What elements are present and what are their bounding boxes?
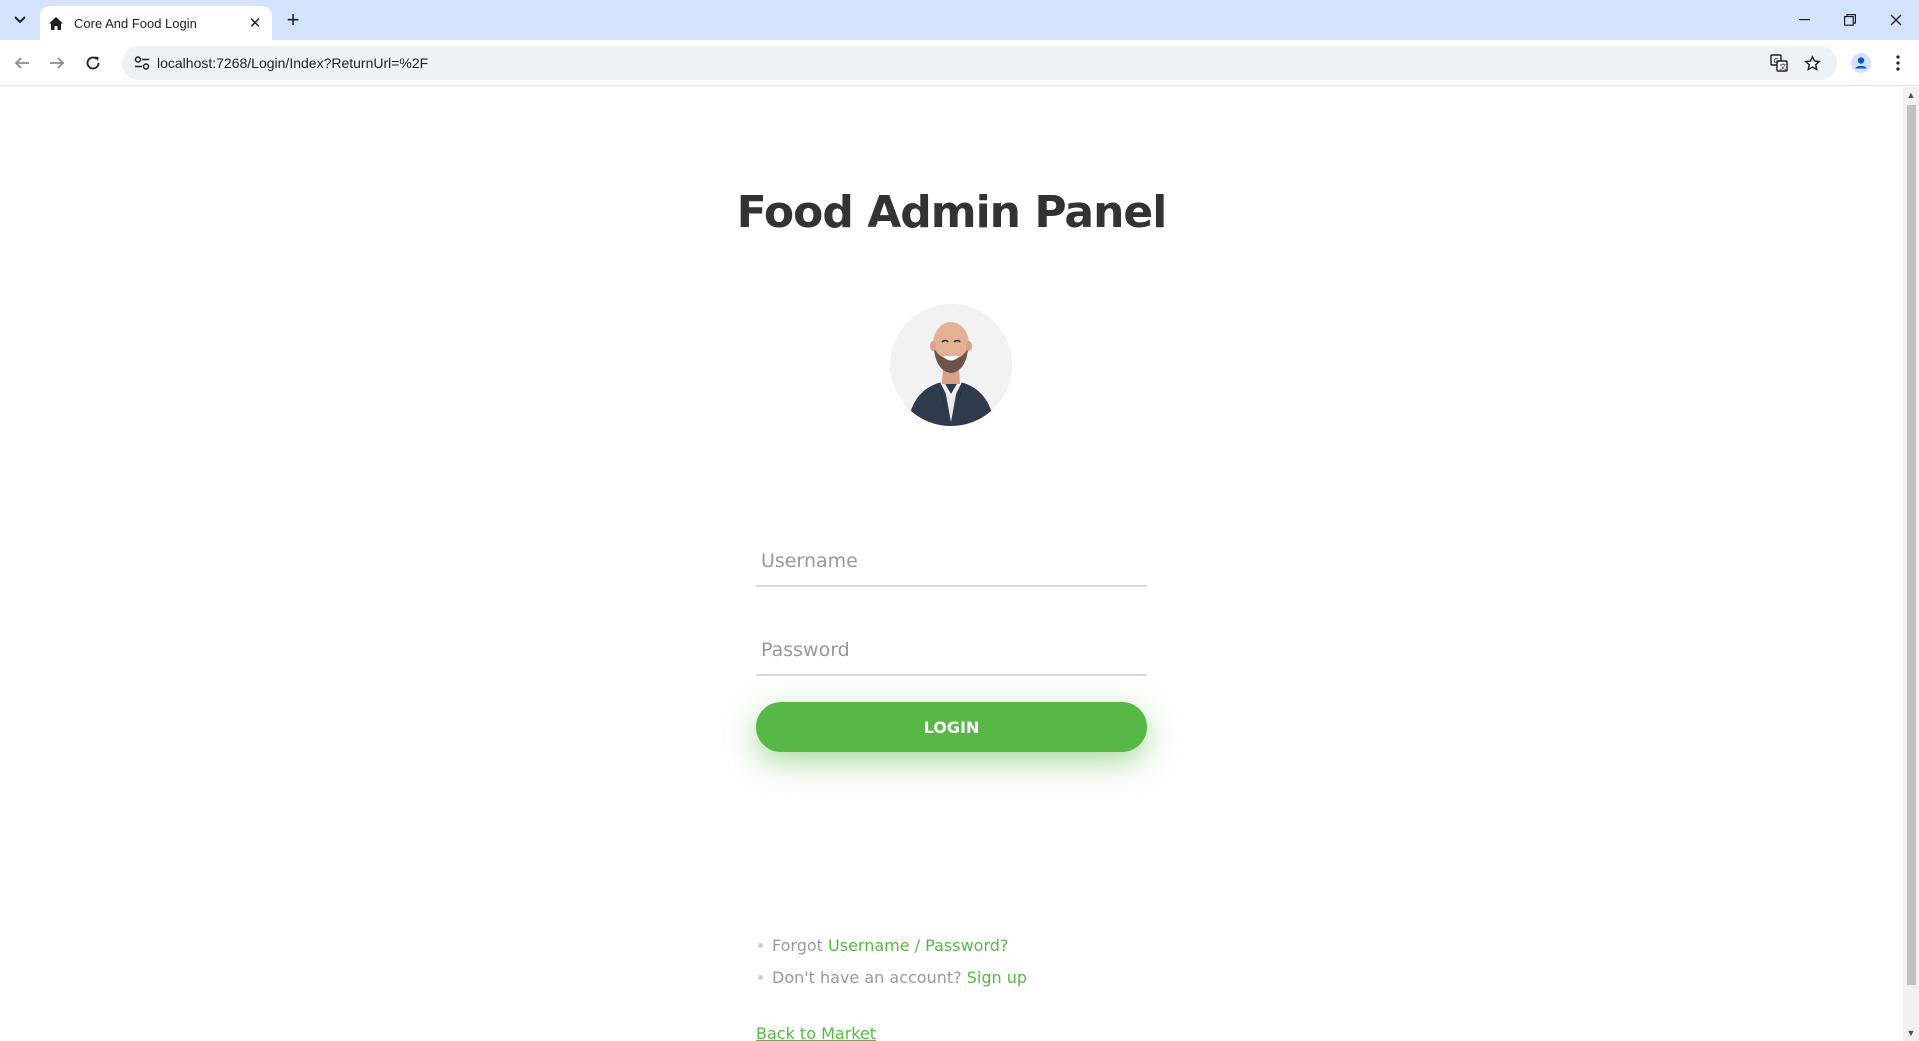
menu-button[interactable] — [1884, 49, 1912, 77]
avatar — [890, 304, 1012, 426]
new-tab-button[interactable]: + — [280, 8, 306, 32]
browser-toolbar: localhost:7268/Login/Index?ReturnUrl=%2F… — [0, 40, 1919, 86]
restore-icon — [1844, 14, 1856, 26]
chevron-down-icon — [14, 16, 26, 24]
site-info-button[interactable] — [130, 51, 154, 75]
close-tab-icon[interactable]: ✕ — [246, 14, 264, 32]
reload-icon — [86, 56, 100, 70]
profile-button[interactable] — [1847, 49, 1875, 77]
signup-item: Don't have an account? Sign up — [756, 967, 1027, 999]
page-viewport: Food Admin Panel Username LOGIN Forgot U… — [0, 87, 1903, 1041]
close-window-button[interactable] — [1873, 0, 1919, 40]
scroll-down-icon[interactable]: ▼ — [1903, 1025, 1919, 1041]
active-tab[interactable]: Core And Food Login ✕ — [40, 6, 272, 40]
username-input[interactable] — [756, 537, 1147, 585]
url-text[interactable]: localhost:7268/Login/Index?ReturnUrl=%2F — [157, 55, 428, 71]
reload-button[interactable] — [79, 49, 107, 77]
svg-text:文: 文 — [1780, 62, 1787, 71]
translate-button[interactable]: G文 — [1767, 51, 1791, 75]
person-photo-icon — [890, 304, 1012, 426]
arrow-right-icon — [50, 57, 65, 69]
scroll-thumb[interactable] — [1907, 105, 1916, 985]
forgot-item: Forgot Username / Password? — [756, 935, 1027, 967]
minimize-button[interactable] — [1781, 0, 1827, 40]
forward-button[interactable] — [43, 49, 71, 77]
home-icon — [49, 16, 63, 30]
vertical-scrollbar[interactable]: ▲ ▼ — [1903, 87, 1919, 1041]
profile-icon — [1851, 53, 1871, 73]
restore-button[interactable] — [1827, 0, 1873, 40]
sign-up-link[interactable]: Sign up — [967, 968, 1027, 987]
close-icon — [1890, 14, 1902, 26]
login-button[interactable]: LOGIN — [756, 702, 1147, 752]
address-bar[interactable]: localhost:7268/Login/Index?ReturnUrl=%2F… — [122, 46, 1837, 80]
star-icon — [1803, 54, 1821, 71]
tab-strip: Core And Food Login ✕ + — [0, 0, 1919, 40]
scroll-up-icon[interactable]: ▲ — [1903, 87, 1919, 103]
forgot-credentials-link[interactable]: Username / Password? — [828, 936, 1008, 955]
minimize-icon — [1798, 19, 1810, 21]
back-to-market-link[interactable]: Back to Market — [756, 1024, 876, 1041]
signup-text: Don't have an account? — [772, 968, 962, 987]
translate-icon: G文 — [1770, 54, 1788, 72]
tune-icon — [134, 56, 150, 70]
back-button[interactable] — [8, 49, 36, 77]
password-field — [756, 626, 1147, 676]
help-links: Forgot Username / Password? Don't have a… — [756, 935, 1027, 999]
bookmark-button[interactable] — [1800, 51, 1824, 75]
more-vert-icon — [1896, 55, 1900, 71]
page-title: Food Admin Panel — [736, 187, 1168, 238]
password-input[interactable] — [756, 626, 1147, 674]
tab-title: Core And Food Login — [74, 15, 197, 31]
arrow-left-icon — [14, 57, 29, 69]
username-field — [756, 537, 1147, 587]
svg-text:G: G — [1774, 58, 1779, 65]
forgot-text: Forgot — [772, 936, 823, 955]
tab-search-button[interactable] — [7, 8, 33, 32]
